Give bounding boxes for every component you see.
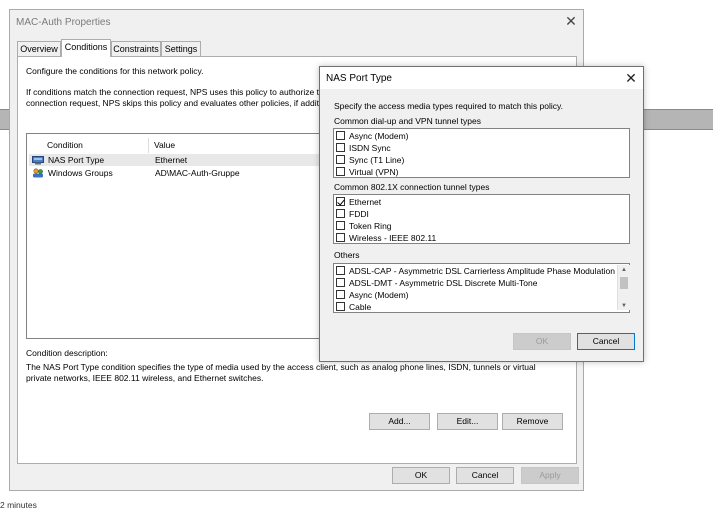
cancel-button[interactable]: Cancel [456,467,514,484]
remove-condition-button[interactable]: Remove [502,413,563,430]
tab-conditions[interactable]: Conditions [61,39,111,57]
column-header-condition[interactable]: Condition [47,137,83,153]
edit-condition-button[interactable]: Edit... [437,413,498,430]
checkbox[interactable] [336,167,345,176]
dialog-title: NAS Port Type [326,73,392,84]
group-label-8021x: Common 802.1X connection tunnel types [334,182,490,192]
column-header-value[interactable]: Value [154,137,175,153]
checkbox[interactable] [336,155,345,164]
scroll-down-icon[interactable]: ▼ [618,301,630,311]
condition-name: Windows Groups [48,168,113,178]
condition-description-line2: private networks, IEEE 802.11 wireless, … [26,373,264,383]
ok-button[interactable]: OK [392,467,450,484]
checkbox-checked[interactable] [336,197,345,206]
tab-constraints[interactable]: Constraints [111,41,161,56]
checkbox[interactable] [336,221,345,230]
add-condition-button[interactable]: Add... [369,413,430,430]
condition-description-label: Condition description: [26,348,108,358]
apply-button[interactable]: Apply [521,467,579,484]
condition-name: NAS Port Type [48,155,105,165]
checkbox[interactable] [336,233,345,242]
info-text-line1: If conditions match the connection reque… [26,87,329,97]
info-text-line2: connection request, NPS skips this polic… [26,98,321,108]
dialup-vpn-list: Async (Modem) ISDN Sync Sync (T1 Line) V… [333,128,630,178]
tab-settings[interactable]: Settings [161,41,201,56]
group-label-dialup-vpn: Common dial-up and VPN tunnel types [334,116,481,126]
column-separator[interactable] [148,138,149,153]
checkbox[interactable] [336,302,345,311]
dialog-instructions: Specify the access media types required … [334,101,563,111]
nas-port-icon [32,156,44,165]
checkbox[interactable] [336,266,345,275]
dialog-ok-button[interactable]: OK [513,333,571,350]
group-label-others: Others [334,250,360,260]
checkbox[interactable] [336,209,345,218]
checkbox[interactable] [336,143,345,152]
others-list[interactable]: ADSL-CAP - Asymmetric DSL Carrierless Am… [333,263,630,313]
close-icon[interactable]: ✕ [624,71,638,85]
others-scrollbar[interactable]: ▲ ▼ [617,265,630,310]
elapsed-time-text: 2 minutes [0,500,37,510]
tab-overview[interactable]: Overview [17,41,61,56]
scroll-up-icon[interactable]: ▲ [618,265,630,275]
window-title: MAC-Auth Properties [16,17,111,28]
close-icon[interactable]: ✕ [564,14,578,28]
checkbox[interactable] [336,278,345,287]
dialog-cancel-button[interactable]: Cancel [577,333,635,350]
nas-port-type-dialog: NAS Port Type ✕ Specify the access media… [319,66,644,362]
checkbox[interactable] [336,290,345,299]
windows-groups-icon [33,168,43,178]
condition-value: Ethernet [155,155,188,165]
scrollbar-thumb[interactable] [620,277,628,289]
intro-text: Configure the conditions for this networ… [26,66,204,76]
condition-value: AD\MAC-Auth-Gruppe [155,168,240,178]
8021x-list: Ethernet FDDI Token Ring Wireless - IEEE… [333,194,630,244]
condition-description-line1: The NAS Port Type condition specifies th… [26,362,536,372]
checkbox[interactable] [336,131,345,140]
